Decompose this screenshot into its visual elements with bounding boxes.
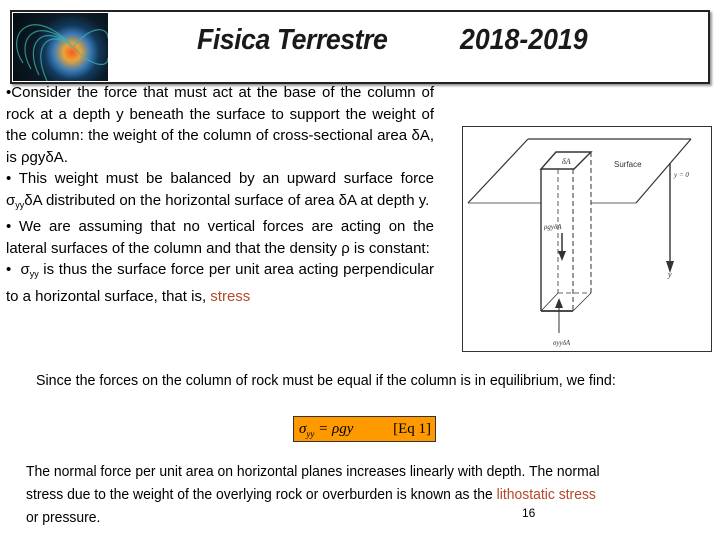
- label-stress-force: σyyδA: [553, 339, 571, 347]
- label-top-area: δA: [562, 157, 571, 166]
- equilibrium-statement: Since the forces on the column of rock m…: [36, 372, 616, 389]
- label-surface: Surface: [614, 160, 642, 169]
- equation-box: σyy = ρgy [Eq 1]: [293, 416, 436, 442]
- equation-lhs: σyy = ρgy: [299, 421, 354, 439]
- label-weight: ρgyδA: [543, 223, 562, 231]
- bullet-item: • σyy is thus the surface force per unit…: [6, 261, 434, 305]
- subscript: yy: [15, 199, 25, 210]
- bullet-marker: •: [6, 261, 12, 278]
- bullet-item: •Consider the force that must act at the…: [6, 84, 434, 166]
- column-bottom: [572, 292, 592, 312]
- page-number: 16: [522, 506, 536, 520]
- equation-tag: [Eq 1]: [393, 421, 431, 437]
- column-bottom: [540, 292, 559, 312]
- slide-header: Fisica Terrestre 2018-2019: [10, 10, 710, 84]
- stress-highlight: stress: [210, 287, 251, 305]
- rock-column-diagram: δA Surface y = 0 y ρgyδA σyyδA: [462, 126, 712, 352]
- bullet-item: • This weight must be balanced by an upw…: [6, 170, 434, 210]
- magnetosphere-icon: [16, 24, 108, 81]
- label-y-zero: y = 0: [673, 171, 689, 179]
- stress-arrowhead: [555, 298, 563, 308]
- label-y-axis: y: [667, 270, 672, 279]
- bullet-item: • We are assuming that no vertical force…: [6, 218, 434, 257]
- earth-magnetosphere-logo: [13, 13, 108, 81]
- bullet-marker: •: [6, 170, 12, 187]
- course-title: Fisica Terrestre: [197, 24, 388, 56]
- subscript: yy: [29, 269, 39, 279]
- bullet-list: •Consider the force that must act at the…: [6, 82, 434, 307]
- lithostatic-stress-highlight: lithostatic stress: [496, 486, 596, 503]
- conclusion-paragraph: The normal force per unit area on horizo…: [26, 463, 600, 526]
- weight-arrowhead: [558, 251, 566, 261]
- surface-edge: [467, 138, 529, 204]
- column-figure: δA Surface y = 0 y ρgyδA σyyδA: [467, 138, 692, 347]
- academic-year: 2018-2019: [460, 24, 588, 56]
- bullet-marker: •: [6, 218, 12, 235]
